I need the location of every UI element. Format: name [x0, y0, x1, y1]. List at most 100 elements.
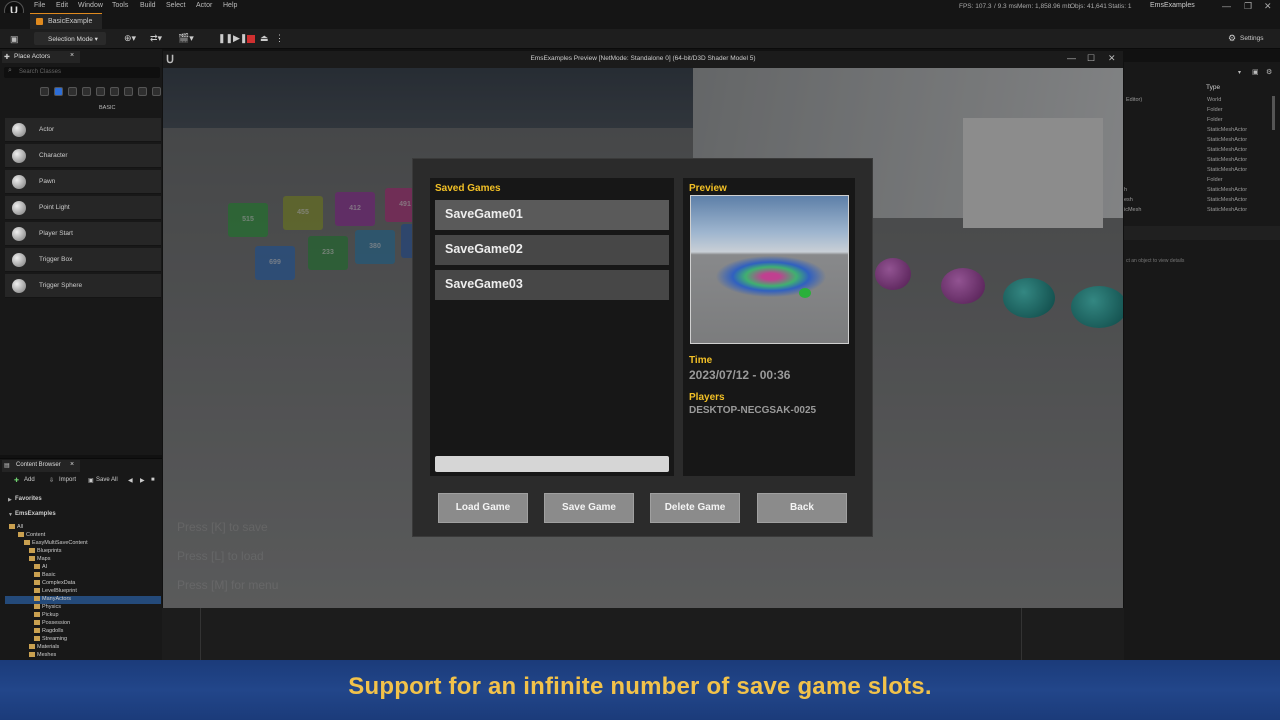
tab-level[interactable]: BasicExample [30, 13, 102, 29]
character-icon [12, 149, 26, 163]
settings-icon[interactable]: ⚙ [1228, 33, 1236, 45]
tree-item[interactable]: All [9, 524, 23, 530]
outliner-item-name[interactable]: esh [1124, 197, 1133, 203]
tree-label: Content [26, 532, 46, 538]
outliner-item-name[interactable]: icMesh [1124, 207, 1141, 213]
pause-icon[interactable]: ❚❚ [218, 33, 233, 45]
more-options-icon[interactable]: ⋮ [275, 33, 284, 45]
tree-item[interactable]: Basic [34, 572, 55, 578]
pawn-item[interactable]: Pawn [5, 170, 161, 194]
forward-icon[interactable]: ▶ [140, 477, 145, 484]
menu-actor[interactable]: Actor [196, 2, 212, 9]
tree-item[interactable]: Pickup [34, 612, 59, 618]
player-start-label: Player Start [39, 230, 73, 237]
player-start-item[interactable]: Player Start [5, 222, 161, 246]
menu-help[interactable]: Help [223, 2, 237, 9]
visual-effects-icon[interactable] [96, 87, 105, 96]
tree-item[interactable]: AI [34, 564, 47, 570]
tree-item[interactable]: Streaming [34, 636, 67, 642]
point-light-item[interactable]: Point Light [5, 196, 161, 220]
outliner-item-name[interactable]: h [1124, 187, 1127, 193]
minimize-icon[interactable]: — [1067, 53, 1076, 63]
geometry-icon[interactable] [110, 87, 119, 96]
slots-scrollbar[interactable] [435, 456, 669, 472]
tree-item[interactable]: Ragdolls [34, 628, 63, 634]
tree-item[interactable]: Possession [34, 620, 70, 626]
volumes-icon[interactable] [124, 87, 133, 96]
skip-icon[interactable]: ▶❚ [233, 33, 247, 45]
minimize-icon[interactable]: — [1222, 1, 1231, 11]
load-game-button[interactable]: Load Game [438, 493, 528, 523]
preview-title: Preview [689, 183, 727, 194]
import-button[interactable]: Import [59, 477, 76, 483]
outliner-item-name[interactable]: Editor) [1126, 97, 1142, 103]
add-button[interactable]: Add [24, 477, 35, 483]
tree-item[interactable]: Blueprints [29, 548, 61, 554]
save-icon[interactable]: ▣ [1252, 68, 1259, 76]
maximize-icon[interactable]: ❐ [1244, 1, 1252, 12]
menu-window[interactable]: Window [78, 2, 103, 9]
back-icon[interactable]: ◀ [128, 477, 133, 484]
eject-icon[interactable]: ⏏ [260, 33, 269, 45]
close-tab-icon[interactable]: × [70, 461, 74, 468]
trigger-sphere-item[interactable]: Trigger Sphere [5, 274, 161, 298]
stop-icon[interactable] [247, 35, 255, 43]
back-button[interactable]: Back [757, 493, 847, 523]
lights-icon[interactable] [68, 87, 77, 96]
save-slot[interactable]: SaveGame02 [435, 235, 669, 265]
import-icon[interactable]: ⇩ [49, 477, 54, 484]
trigger-box-item[interactable]: Trigger Box [5, 248, 161, 272]
menu-edit[interactable]: Edit [56, 2, 68, 9]
delete-game-button[interactable]: Delete Game [650, 493, 740, 523]
save-slot[interactable]: SaveGame03 [435, 270, 669, 300]
close-tab-icon[interactable]: × [70, 52, 74, 59]
tab-content-browser[interactable]: Content Browser × [2, 460, 80, 472]
cinematics-icon[interactable]: 🎬▾ [178, 33, 194, 45]
add-icon[interactable]: ✚ [14, 477, 19, 484]
cinematic-icon[interactable] [82, 87, 91, 96]
menu-select[interactable]: Select [166, 2, 185, 9]
save-game-button[interactable]: Save Game [544, 493, 634, 523]
collapse-icon[interactable]: ▼ [8, 512, 13, 518]
tree-item[interactable]: Meshes [29, 652, 56, 658]
save-all-button[interactable]: Save All [96, 477, 118, 483]
recent-icon[interactable] [40, 87, 49, 96]
tree-item[interactable]: Materials [29, 644, 59, 650]
tab-place-actors[interactable]: Place Actors × [2, 51, 80, 63]
project-header[interactable]: EmsExamples [15, 511, 56, 517]
save-slot[interactable]: SaveGame01 [435, 200, 669, 230]
folder-icon[interactable]: ■ [151, 477, 155, 483]
more-categories-icon[interactable] [152, 87, 161, 96]
type-column-header[interactable]: Type [1206, 84, 1220, 91]
maximize-icon[interactable]: ☐ [1087, 53, 1095, 64]
basic-category-icon[interactable] [54, 87, 63, 96]
all-classes-icon[interactable] [138, 87, 147, 96]
save-all-icon[interactable]: ▣ [88, 477, 94, 484]
favorites-header[interactable]: Favorites [15, 496, 42, 502]
menu-tools[interactable]: Tools [112, 2, 128, 9]
tree-item-selected[interactable]: ManyActors [34, 596, 71, 602]
settings-icon[interactable]: ⚙ [1266, 68, 1272, 76]
chevron-down-icon[interactable]: ▾ [1238, 69, 1241, 76]
tree-item[interactable]: ComplexData [34, 580, 75, 586]
blueprints-icon[interactable]: ⇄▾ [150, 33, 162, 45]
menu-build[interactable]: Build [140, 2, 156, 9]
save-icon[interactable]: ▣ [10, 34, 19, 45]
outliner-scrollbar[interactable] [1272, 96, 1275, 130]
tree-item[interactable]: Maps [29, 556, 50, 562]
close-icon[interactable]: ✕ [1108, 53, 1116, 64]
actor-item[interactable]: Actor [5, 118, 161, 142]
tree-label: All [17, 524, 24, 530]
menu-file[interactable]: File [34, 2, 45, 9]
tree-item[interactable]: EasyMultiSaveContent [24, 540, 88, 546]
tree-item[interactable]: LevelBlueprint [34, 588, 77, 594]
close-icon[interactable]: ✕ [1264, 1, 1272, 12]
tree-item[interactable]: Content [18, 532, 45, 538]
add-content-icon[interactable]: ⊕▾ [124, 33, 136, 45]
tree-item[interactable]: Physics [34, 604, 61, 610]
character-item[interactable]: Character [5, 144, 161, 168]
expand-icon[interactable]: ▶ [8, 497, 12, 503]
selection-mode-dropdown[interactable]: Selection Mode ▾ [34, 32, 106, 45]
settings-label[interactable]: Settings [1240, 35, 1264, 42]
search-classes-input[interactable]: Search Classes [4, 67, 160, 78]
